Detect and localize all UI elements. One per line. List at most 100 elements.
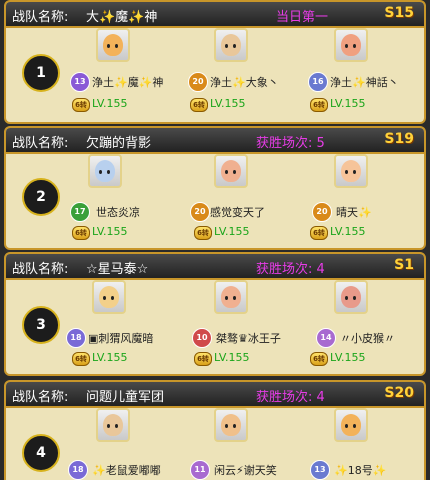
lv-badge-icon: 6转 xyxy=(72,352,90,366)
member-slot[interactable]: 13 ✨18号✨ xyxy=(304,408,424,480)
team-card-1: 战队名称: 大✨魔✨神 当日第一 S15 1 13 浄土✨魔✨神 6转 LV.1… xyxy=(4,0,426,124)
avatar-face-icon xyxy=(341,414,361,436)
member-slot[interactable]: 20 浄土✨大象丶 6转 LV.155 xyxy=(184,28,304,116)
player-level: LV.155 xyxy=(330,351,366,364)
rank-circle: 2 xyxy=(22,178,60,216)
player-name: 感觉变天了 xyxy=(210,206,265,219)
player-level: LV.155 xyxy=(214,225,250,238)
avatar-face-icon xyxy=(341,160,361,182)
team-status: 获胜场次: 5 xyxy=(256,136,325,151)
lv-badge-icon: 6转 xyxy=(194,226,212,240)
team-name-label: 战队名称: xyxy=(12,10,69,25)
team-header: 战队名称: ☆星马泰☆ 获胜场次: 4 S1 xyxy=(6,254,424,280)
member-slot[interactable]: 20 感觉变天了 6转 LV.155 xyxy=(188,154,308,242)
player-level: LV.155 xyxy=(92,97,128,110)
avatar[interactable] xyxy=(334,408,368,442)
player-name: ▣刺猬风魔暗 xyxy=(88,332,154,345)
avatar-face-icon xyxy=(103,414,123,436)
player-level: LV.155 xyxy=(92,351,128,364)
team-name-label: 战队名称: xyxy=(12,390,69,405)
avatar-face-icon xyxy=(221,414,241,436)
member-slot[interactable]: 18 ▣刺猬风魔暗 6转 LV.155 xyxy=(66,280,186,368)
player-name: ✨老鼠爱嘟嘟 xyxy=(92,464,161,477)
player-name: 〃小皮猴〃 xyxy=(340,332,395,345)
team-name-label: 战队名称: xyxy=(12,262,69,277)
team-name-label: 战队名称: xyxy=(12,136,69,151)
player-level: LV.155 xyxy=(92,225,128,238)
member-slot[interactable]: 10 桀骜♛冰王子 6转 LV.155 xyxy=(188,280,308,368)
team-header: 战队名称: 大✨魔✨神 当日第一 S15 xyxy=(6,2,424,28)
team-status: 获胜场次: 4 xyxy=(256,262,325,277)
team-name: ☆星马泰☆ xyxy=(86,262,149,277)
avatar[interactable] xyxy=(96,28,130,62)
lv-badge-icon: 6转 xyxy=(190,98,208,112)
rank-badge-icon: 11 xyxy=(190,460,210,480)
member-slot[interactable]: 16 浄土✨神話丶 6转 LV.155 xyxy=(304,28,424,116)
player-name: 浄土✨神話丶 xyxy=(330,76,399,89)
player-name: 世态炎凉 xyxy=(96,206,140,219)
lv-badge-icon: 6转 xyxy=(310,226,328,240)
rank-circle: 4 xyxy=(22,434,60,472)
avatar-face-icon xyxy=(103,34,123,56)
member-slot[interactable]: 20 晴天✨ 6转 LV.155 xyxy=(304,154,424,242)
avatar[interactable] xyxy=(214,28,248,62)
rank-badge-icon: 17 xyxy=(70,202,90,222)
rank-badge-icon: 10 xyxy=(192,328,212,348)
member-slot[interactable]: 11 闲云⚡谢天笑 xyxy=(188,408,308,480)
avatar-face-icon xyxy=(99,286,119,308)
team-card-4: 战队名称: 问题儿童军团 获胜场次: 4 S20 4 18 ✨老鼠爱嘟嘟 11 … xyxy=(4,380,426,480)
team-status: 当日第一 xyxy=(276,10,329,25)
player-name: 浄土✨魔✨神 xyxy=(92,76,164,89)
avatar[interactable] xyxy=(214,408,248,442)
server-badge: S15 xyxy=(384,5,414,21)
avatar[interactable] xyxy=(214,280,248,314)
rank-badge-icon: 16 xyxy=(308,72,328,92)
team-header: 战队名称: 欠蹦的背影 获胜场次: 5 S19 xyxy=(6,128,424,154)
player-level: LV.155 xyxy=(330,225,366,238)
avatar[interactable] xyxy=(334,28,368,62)
player-name: 浄土✨大象丶 xyxy=(210,76,279,89)
player-name: ✨18号✨ xyxy=(334,464,387,477)
avatar[interactable] xyxy=(214,154,248,188)
player-name: 晴天✨ xyxy=(336,206,372,219)
team-header: 战队名称: 问题儿童军团 获胜场次: 4 S20 xyxy=(6,382,424,408)
player-level: LV.155 xyxy=(214,351,250,364)
member-slot[interactable]: 13 浄土✨魔✨神 6转 LV.155 xyxy=(66,28,186,116)
server-badge: S19 xyxy=(384,131,414,147)
member-slot[interactable]: 17 世态炎凉 6转 LV.155 xyxy=(66,154,186,242)
rank-badge-icon: 14 xyxy=(316,328,336,348)
team-name: 问题儿童军团 xyxy=(86,390,165,405)
rank-circle: 1 xyxy=(22,54,60,92)
member-slot[interactable]: 18 ✨老鼠爱嘟嘟 xyxy=(66,408,186,480)
avatar-face-icon xyxy=(221,286,241,308)
lv-badge-icon: 6转 xyxy=(194,352,212,366)
player-name: 闲云⚡谢天笑 xyxy=(214,464,277,477)
avatar-face-icon xyxy=(95,160,115,182)
rank-badge-icon: 13 xyxy=(310,460,330,480)
avatar-face-icon xyxy=(221,34,241,56)
player-level: LV.155 xyxy=(210,97,246,110)
avatar-face-icon xyxy=(221,160,241,182)
rank-badge-icon: 20 xyxy=(188,72,208,92)
lv-badge-icon: 6转 xyxy=(310,352,328,366)
avatar[interactable] xyxy=(334,280,368,314)
avatar[interactable] xyxy=(96,408,130,442)
rank-badge-icon: 18 xyxy=(68,460,88,480)
team-status: 获胜场次: 4 xyxy=(256,390,325,405)
avatar-face-icon xyxy=(341,34,361,56)
rank-badge-icon: 20 xyxy=(190,202,210,222)
rank-circle: 3 xyxy=(22,306,60,344)
avatar-face-icon xyxy=(341,286,361,308)
avatar[interactable] xyxy=(334,154,368,188)
avatar[interactable] xyxy=(88,154,122,188)
rank-badge-icon: 13 xyxy=(70,72,90,92)
player-level: LV.155 xyxy=(330,97,366,110)
lv-badge-icon: 6转 xyxy=(72,98,90,112)
team-card-2: 战队名称: 欠蹦的背影 获胜场次: 5 S19 2 17 世态炎凉 6转 LV.… xyxy=(4,126,426,250)
rank-badge-icon: 20 xyxy=(312,202,332,222)
member-slot[interactable]: 14 〃小皮猴〃 6转 LV.155 xyxy=(304,280,424,368)
server-badge: S1 xyxy=(394,257,414,273)
avatar[interactable] xyxy=(92,280,126,314)
lv-badge-icon: 6转 xyxy=(72,226,90,240)
lv-badge-icon: 6转 xyxy=(310,98,328,112)
